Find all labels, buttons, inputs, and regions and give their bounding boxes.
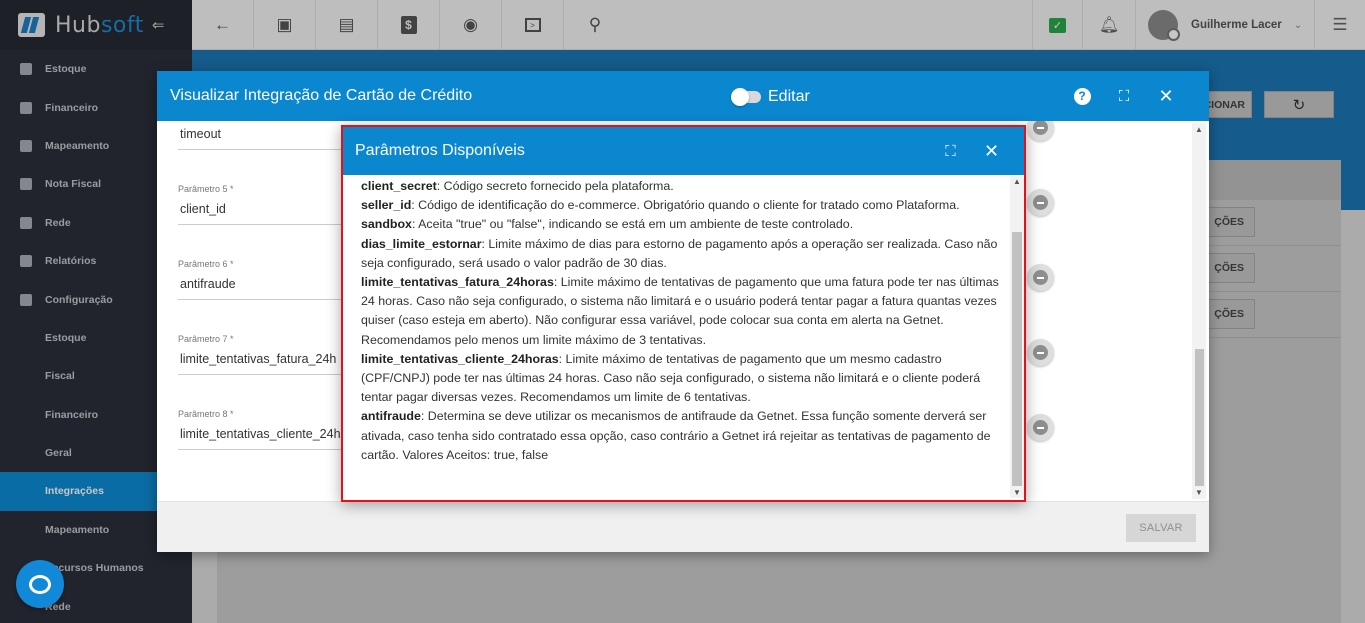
parameter-name: client_secret — [361, 179, 437, 193]
scroll-up-icon[interactable]: ▲ — [1195, 125, 1203, 134]
parameter-text: : Código secreto fornecido pela platafor… — [436, 179, 674, 193]
parameter-field[interactable]: Parâmetro 7 * limite_tentativas_fatura_2… — [178, 334, 358, 375]
parameter-label: Parâmetro 8 * — [178, 409, 234, 419]
toggle-track[interactable] — [731, 88, 761, 106]
minus-circle-icon — [1033, 420, 1048, 435]
scrollbar-thumb[interactable] — [1012, 232, 1022, 486]
parameter-name: sandbox — [361, 217, 412, 232]
modal-header: Visualizar Integração de Cartão de Crédi… — [157, 71, 1209, 121]
parameter-value[interactable]: client_id — [178, 196, 358, 225]
edit-toggle-label: Editar — [768, 88, 810, 105]
modal-scrollbar[interactable]: ▲ ▼ — [1192, 123, 1206, 499]
parameter-description: dias_limite_estornar: Limite máximo de d… — [361, 235, 1006, 273]
scroll-down-icon[interactable]: ▼ — [1195, 488, 1203, 497]
parameters-modal-title: Parâmetros Disponíveis — [355, 142, 525, 159]
parameter-value[interactable]: limite_tentativas_fatura_24h — [178, 346, 358, 375]
parameter-text: : Aceita "true" ou "false", indicando se… — [411, 217, 854, 232]
parameters-modal-header: Parâmetros Disponíveis ⛶ ✕ — [343, 127, 1024, 175]
parameter-text: : Determina se deve utilizar os mecanism… — [361, 409, 991, 462]
close-icon[interactable]: ✕ — [971, 141, 1012, 162]
parameter-label: Parâmetro 7 * — [178, 334, 234, 344]
parameter-field[interactable]: Parâmetro 5 * client_id — [178, 184, 358, 225]
available-parameters-modal: Parâmetros Disponíveis ⛶ ✕ client_secret… — [341, 125, 1026, 502]
minus-circle-icon — [1033, 345, 1048, 360]
parameter-field[interactable]: timeout — [178, 121, 358, 150]
close-icon[interactable]: ✕ — [1145, 86, 1187, 107]
remove-parameter-button[interactable] — [1027, 121, 1054, 141]
edit-toggle[interactable]: Editar — [731, 88, 810, 106]
remove-parameter-button[interactable] — [1027, 414, 1054, 441]
minus-circle-icon — [1033, 195, 1048, 210]
remove-parameter-button[interactable] — [1027, 189, 1054, 216]
minus-circle-icon — [1033, 270, 1048, 285]
help-icon[interactable]: ? — [1061, 87, 1103, 105]
modal-footer: SALVAR — [157, 501, 1209, 552]
parameter-label: Parâmetro 5 * — [178, 184, 234, 194]
scroll-up-icon[interactable]: ▲ — [1013, 177, 1021, 186]
scroll-down-icon[interactable]: ▼ — [1013, 488, 1021, 497]
parameter-description: limite_tentativas_cliente_24horas: Limit… — [361, 350, 1006, 408]
parameter-value[interactable]: timeout — [178, 121, 358, 150]
parameter-description: sandbox: Aceita "true" ou "false", indic… — [361, 215, 1006, 234]
parameter-field[interactable]: Parâmetro 6 * antifraude — [178, 259, 358, 300]
toggle-knob[interactable] — [731, 88, 749, 106]
parameter-description: antifraude: Determina se deve utilizar o… — [361, 407, 1006, 465]
remove-parameter-button[interactable] — [1027, 339, 1054, 366]
parameters-list: client_secret: Código secreto fornecido … — [361, 177, 1006, 497]
parameter-label: Parâmetro 6 * — [178, 259, 234, 269]
parameter-description: client_secret: Código secreto fornecido … — [361, 177, 1006, 196]
parameter-description: seller_id: Código de identificação do e-… — [361, 196, 1006, 215]
parameter-description: limite_tentativas_fatura_24horas: Limite… — [361, 273, 1006, 350]
remove-parameter-button[interactable] — [1027, 264, 1054, 291]
support-chat-icon[interactable] — [16, 560, 64, 608]
parameter-name: limite_tentativas_fatura_24horas — [361, 275, 554, 290]
save-button[interactable]: SALVAR — [1126, 514, 1196, 542]
parameters-scrollbar[interactable]: ▲ ▼ — [1010, 176, 1024, 498]
parameter-name: antifraude — [361, 409, 421, 424]
parameter-field[interactable]: Parâmetro 8 * limite_tentativas_cliente_… — [178, 409, 358, 450]
parameter-name: limite_tentativas_cliente_24horas — [361, 351, 559, 366]
parameter-name: dias_limite_estornar — [361, 236, 482, 251]
parameter-value[interactable]: limite_tentativas_cliente_24h — [178, 421, 358, 450]
minus-circle-icon — [1033, 121, 1048, 135]
parameters-modal-icons: ⛶ ✕ — [930, 127, 1012, 175]
fullscreen-icon[interactable]: ⛶ — [930, 143, 971, 160]
parameter-value[interactable]: antifraude — [178, 271, 358, 300]
parameter-name: seller_id — [361, 198, 412, 213]
fullscreen-icon[interactable]: ⛶ — [1103, 88, 1145, 105]
modal-header-icons: ? ⛶ ✕ — [1061, 71, 1187, 121]
modal-title: Visualizar Integração de Cartão de Crédi… — [170, 87, 473, 104]
scrollbar-thumb[interactable] — [1195, 349, 1204, 486]
parameter-text: : Código de identificação do e-commerce.… — [411, 198, 960, 213]
